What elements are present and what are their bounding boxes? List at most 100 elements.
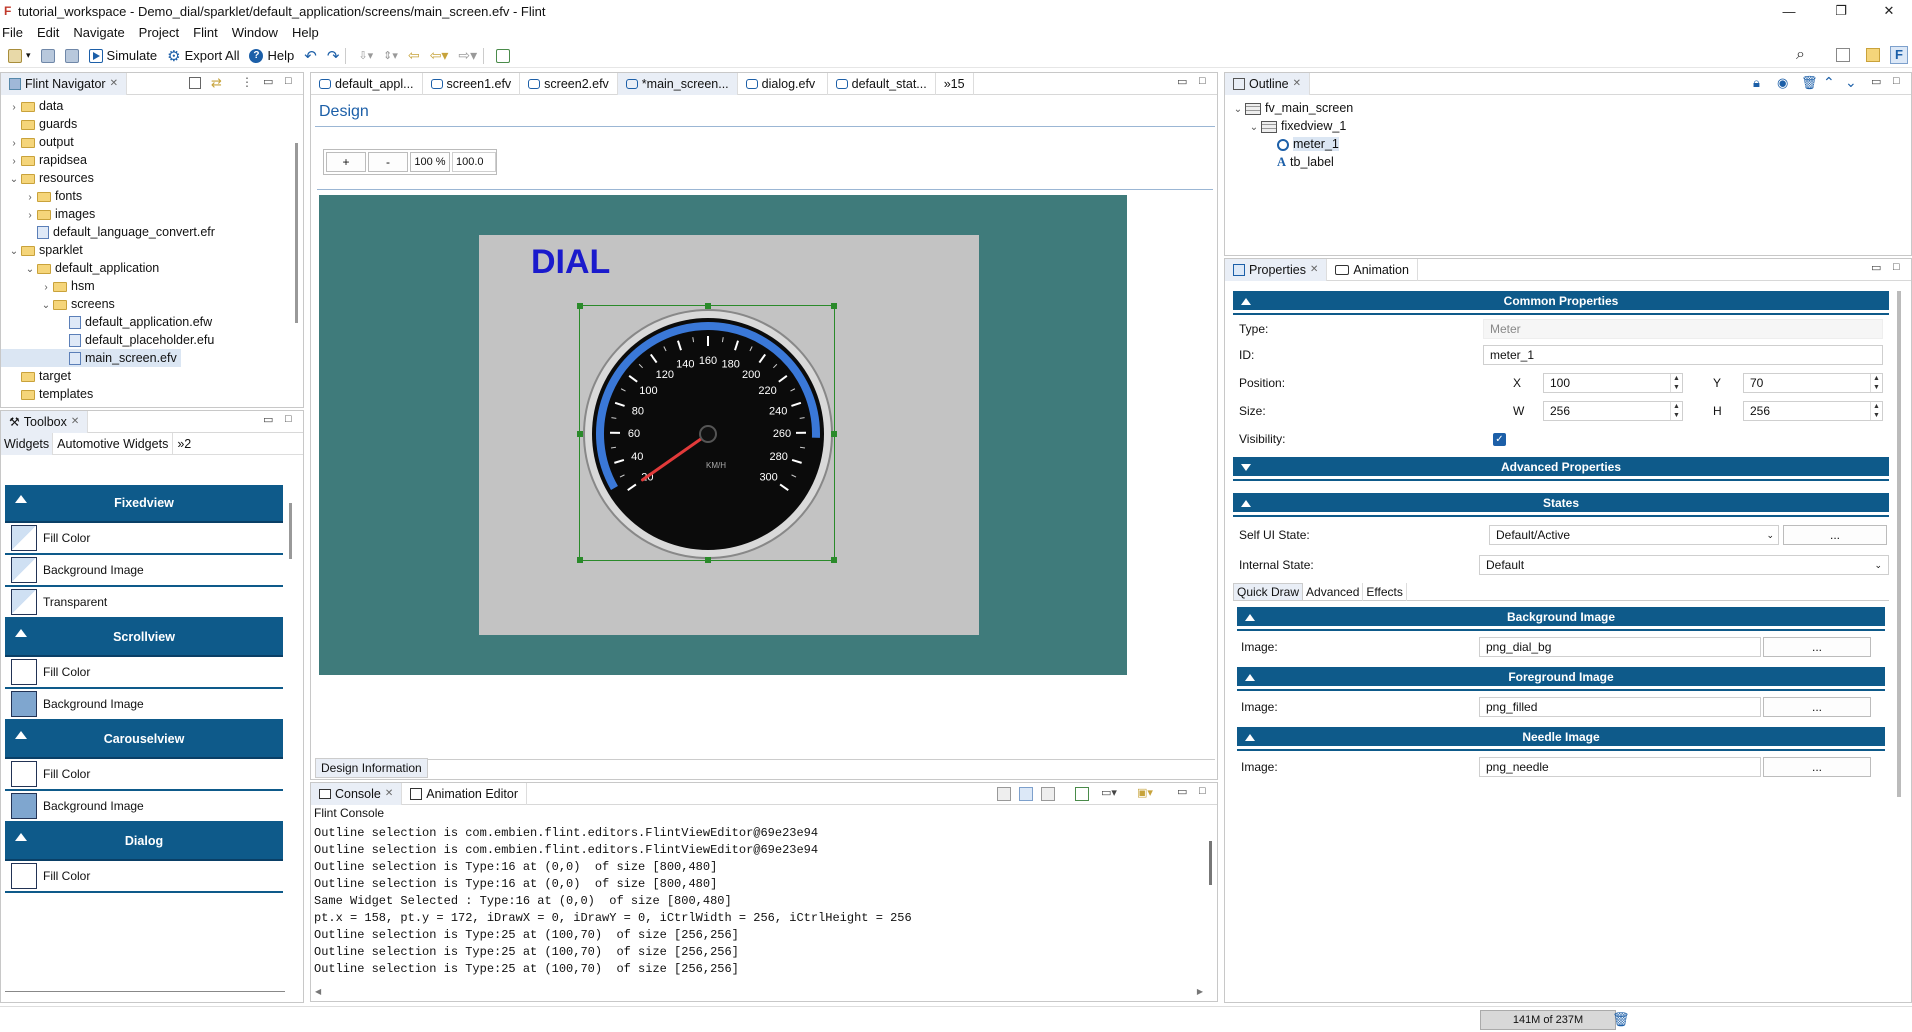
close-icon[interactable]: ✕	[71, 416, 79, 427]
undo-icon[interactable]: ↶	[302, 45, 319, 67]
pin-console-icon[interactable]	[1075, 787, 1089, 801]
w-input[interactable]: 256 ▲ ▼	[1543, 401, 1683, 421]
internal-state-select[interactable]: Default ⌄	[1479, 555, 1889, 575]
selection-handle[interactable]	[831, 303, 837, 309]
fixedview-screen[interactable]: DIAL 20406080100120140160180200220240260…	[479, 235, 979, 635]
dial-label[interactable]: DIAL	[531, 243, 610, 282]
tab-widgets[interactable]: Widgets	[1, 432, 54, 455]
visibility-checkbox[interactable]: ✓	[1493, 432, 1506, 446]
editor-tab[interactable]: screen1.efv	[423, 72, 521, 95]
tree-item[interactable]: default_placeholder.efu	[1, 331, 303, 349]
spinner-icon[interactable]: ▲ ▼	[1870, 402, 1882, 420]
display-console-icon[interactable]: ▭▾	[1101, 786, 1117, 799]
advanced-properties-header[interactable]: Advanced Properties	[1233, 457, 1889, 479]
minimize-view-icon[interactable]: ▭	[263, 413, 273, 426]
meter-widget[interactable]: 2040608010012014016018020022024026028030…	[577, 303, 837, 563]
toolbox-group-header[interactable]: Fixedview	[5, 485, 283, 523]
toolbox-group-header[interactable]: Scrollview	[5, 619, 283, 657]
tab-animation-editor[interactable]: Animation Editor	[402, 782, 527, 805]
move-up-icon[interactable]: ⌃	[1823, 74, 1835, 91]
minimize-view-icon[interactable]: ▭	[1871, 261, 1881, 274]
editor-tab[interactable]: »15	[936, 72, 974, 95]
spinner-icon[interactable]: ▲ ▼	[1670, 374, 1682, 392]
maximize-view-icon[interactable]: □	[285, 413, 292, 425]
background-image-header[interactable]: Background Image	[1237, 607, 1885, 629]
close-button[interactable]: ✕	[1866, 0, 1912, 22]
spinner-icon[interactable]: ▲ ▼	[1670, 402, 1682, 420]
tab-console[interactable]: Console ✕	[311, 782, 403, 805]
foreground-image-header[interactable]: Foreground Image	[1237, 667, 1885, 689]
console-hscrollbar[interactable]: ◀ ▶	[315, 985, 1203, 997]
spinner-icon[interactable]: ▲ ▼	[1870, 374, 1882, 392]
outline-item[interactable]: meter_1	[1225, 135, 1911, 153]
view-menu-icon[interactable]: ⋮	[241, 75, 253, 89]
maximize-view-icon[interactable]: □	[285, 75, 292, 87]
tab-advanced[interactable]: Advanced	[1303, 582, 1364, 601]
selection-handle[interactable]	[705, 557, 711, 563]
scroll-lock-icon[interactable]	[1019, 787, 1033, 801]
needle-image-input[interactable]: png_needle	[1479, 757, 1761, 777]
back-nav-icon[interactable]: ⇦	[406, 45, 422, 67]
selection-handle[interactable]	[831, 557, 837, 563]
toolbox-widget-item[interactable]: Fill Color	[5, 657, 283, 689]
toolbox-group-header[interactable]: Dialog	[5, 823, 283, 861]
close-icon[interactable]: ✕	[1293, 78, 1301, 89]
tree-item[interactable]: › fonts	[1, 187, 303, 205]
toolbox-scrollbar[interactable]	[289, 503, 292, 559]
editor-tab[interactable]: dialog.efv	[738, 72, 828, 95]
navigator-scrollbar[interactable]	[295, 143, 298, 323]
tab-automotive-widgets[interactable]: Automotive Widgets	[53, 432, 174, 455]
toolbox-widget-item[interactable]: Fill Color	[5, 523, 283, 555]
tab-quick-draw[interactable]: Quick Draw	[1233, 582, 1304, 601]
tab-properties[interactable]: Properties ✕	[1225, 258, 1328, 281]
editor-tab[interactable]: default_stat...	[828, 72, 936, 95]
forward-nav-icon[interactable]: ⇨▾	[456, 45, 479, 67]
open-perspective-icon[interactable]	[494, 45, 512, 67]
flint-perspective-icon[interactable]: F	[1890, 46, 1908, 64]
menu-window[interactable]: Window	[232, 25, 278, 40]
eye-icon[interactable]: ◉	[1777, 75, 1788, 91]
minimize-view-icon[interactable]: ▭	[1177, 75, 1187, 88]
states-header[interactable]: States	[1233, 493, 1889, 515]
tree-item[interactable]: main_screen.efv	[1, 349, 181, 367]
open-console-icon[interactable]: ▣▾	[1137, 786, 1153, 799]
tree-item[interactable]: › hsm	[1, 277, 303, 295]
simulate-button[interactable]: Simulate	[87, 45, 160, 67]
save-all-icon[interactable]	[63, 45, 81, 67]
selection-handle[interactable]	[577, 557, 583, 563]
selection-handle[interactable]	[705, 303, 711, 309]
menu-project[interactable]: Project	[139, 25, 179, 40]
tree-item[interactable]: › data	[1, 97, 303, 115]
close-icon[interactable]: ✕	[1310, 264, 1318, 275]
link-editor-icon[interactable]: ⇄	[211, 75, 222, 91]
zoom-out-button[interactable]: -	[368, 152, 408, 172]
align-icon[interactable]: ⇩▾	[356, 45, 375, 67]
toolbox-group-header[interactable]: Carouselview	[5, 721, 283, 759]
new-icon[interactable]: ▾	[6, 45, 33, 67]
close-icon[interactable]: ✕	[385, 788, 393, 799]
selection-handle[interactable]	[831, 431, 837, 437]
clear-console-icon[interactable]	[997, 787, 1011, 801]
tab-flint-navigator[interactable]: Flint Navigator ✕	[1, 72, 127, 95]
menu-help[interactable]: Help	[292, 25, 319, 40]
save-icon[interactable]	[39, 45, 57, 67]
search-icon[interactable]: ⌕	[1796, 46, 1805, 64]
tab-animation[interactable]: Animation	[1327, 258, 1418, 281]
delete-icon[interactable]: 🗑︎	[1801, 75, 1818, 91]
common-properties-header[interactable]: Common Properties	[1233, 291, 1889, 313]
toolbox-widget-item[interactable]: Fill Color	[5, 759, 283, 791]
tree-item[interactable]: › output	[1, 133, 303, 151]
toolbox-widget-item[interactable]: Transparent	[5, 587, 283, 619]
outline-item[interactable]: Atb_label	[1225, 153, 1911, 171]
menu-edit[interactable]: Edit	[37, 25, 59, 40]
tab-design-information[interactable]: Design Information	[315, 758, 428, 778]
outline-item[interactable]: ⌄ fixedview_1	[1225, 117, 1911, 135]
close-icon[interactable]: ✕	[110, 78, 118, 89]
minimize-button[interactable]: —	[1766, 0, 1812, 22]
tree-item[interactable]: › rapidsea	[1, 151, 303, 169]
garbage-collect-icon[interactable]: 🗑︎	[1612, 1011, 1630, 1028]
tree-item[interactable]: templates	[1, 385, 303, 403]
tree-item[interactable]: ⌄ screens	[1, 295, 303, 313]
tab-outline[interactable]: Outline ✕	[1225, 72, 1310, 95]
zoom-value-input[interactable]: 100.0	[452, 152, 496, 172]
